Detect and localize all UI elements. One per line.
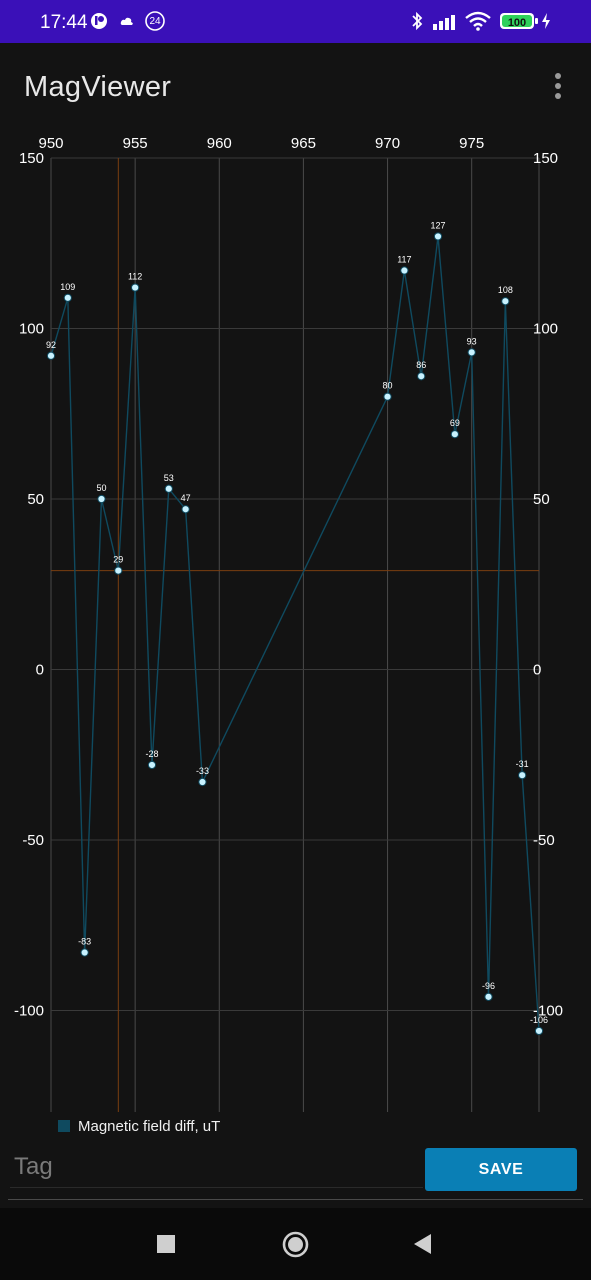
legend-swatch xyxy=(58,1120,70,1132)
data-point[interactable] xyxy=(417,372,426,381)
data-label: 86 xyxy=(416,360,426,370)
data-point[interactable] xyxy=(484,992,493,1001)
data-point[interactable] xyxy=(131,283,140,292)
charging-icon xyxy=(540,10,552,32)
y-tick-label-left: 0 xyxy=(36,662,44,679)
status-bar: 17:44 24 100 xyxy=(0,0,591,43)
data-point[interactable] xyxy=(450,430,459,439)
y-tick-label-right: 0 xyxy=(533,662,541,679)
x-tick-label: 970 xyxy=(375,135,400,152)
tag-input[interactable] xyxy=(10,1147,423,1188)
x-tick-label: 955 xyxy=(123,135,148,152)
app-notification-icon xyxy=(90,10,108,32)
data-label: 29 xyxy=(113,555,123,565)
bluetooth-icon xyxy=(410,10,424,32)
data-label: 69 xyxy=(450,418,460,428)
data-label: -106 xyxy=(530,1015,548,1025)
legend-label: Magnetic field diff, uT xyxy=(78,1117,221,1135)
data-point[interactable] xyxy=(114,566,123,575)
data-point[interactable] xyxy=(63,293,72,302)
data-point[interactable] xyxy=(433,232,443,241)
y-tick-label-right: -50 xyxy=(533,832,555,849)
y-tick-label-right: 150 xyxy=(533,150,558,167)
y-tick-label-right: 50 xyxy=(533,491,550,508)
x-tick-label: 960 xyxy=(207,135,232,152)
wifi-icon xyxy=(465,10,491,32)
data-point[interactable] xyxy=(467,348,476,357)
data-label: 109 xyxy=(60,282,75,292)
data-point[interactable] xyxy=(46,351,56,360)
data-point[interactable] xyxy=(198,777,207,787)
data-label: 112 xyxy=(128,272,142,282)
app-title: MagViewer xyxy=(24,71,172,103)
data-point[interactable] xyxy=(164,484,173,493)
data-label: 117 xyxy=(397,255,411,265)
status-time: 17:44 xyxy=(40,12,88,33)
home-circle-icon[interactable] xyxy=(282,1231,309,1263)
data-label: 47 xyxy=(181,493,191,503)
data-point[interactable] xyxy=(80,948,89,957)
recents-square-icon[interactable] xyxy=(157,1235,175,1258)
battery-level: 100 xyxy=(507,17,527,29)
data-label: -83 xyxy=(78,937,91,947)
data-label: -33 xyxy=(196,766,209,776)
y-tick-label-left: -50 xyxy=(22,832,44,849)
data-label: 108 xyxy=(498,285,513,295)
chart-legend: Magnetic field diff, uT xyxy=(58,1116,220,1136)
app-bar: MagViewer xyxy=(0,43,591,133)
back-triangle-icon[interactable] xyxy=(413,1233,432,1260)
line-chart[interactable]: 950 955 960 965 970 975150 150100 10050 500 0-50-… xyxy=(0,130,591,1115)
navigation-bar xyxy=(0,1208,591,1280)
y-tick-label-left: -100 xyxy=(14,1003,44,1020)
x-tick-label: 975 xyxy=(459,135,484,152)
data-label: 53 xyxy=(164,473,174,483)
y-tick-label-left: 150 xyxy=(19,150,44,167)
cloud-icon xyxy=(120,10,134,32)
y-tick-label-left: 100 xyxy=(19,321,44,338)
series-line xyxy=(50,236,540,1032)
data-point[interactable] xyxy=(181,505,190,514)
data-point[interactable] xyxy=(383,392,392,401)
save-button[interactable]: SAVE xyxy=(425,1148,577,1191)
badge-count: 24 xyxy=(149,16,161,27)
data-point[interactable] xyxy=(97,494,106,504)
data-label: -28 xyxy=(145,749,158,759)
y-tick-label-left: 50 xyxy=(27,491,44,508)
y-tick-label-right: 100 xyxy=(533,321,558,338)
data-point[interactable] xyxy=(534,1026,544,1036)
data-point[interactable] xyxy=(147,760,157,770)
data-label: -31 xyxy=(516,759,529,769)
data-label: 93 xyxy=(467,336,477,346)
data-label: 92 xyxy=(46,340,56,350)
data-label: 127 xyxy=(431,220,446,230)
data-label: 80 xyxy=(383,381,393,391)
data-label: -96 xyxy=(482,981,495,991)
data-point[interactable] xyxy=(501,297,510,306)
divider xyxy=(8,1199,583,1200)
signal-icon xyxy=(432,10,460,32)
data-label: 50 xyxy=(96,483,106,493)
x-tick-label: 965 xyxy=(291,135,316,152)
data-point[interactable] xyxy=(518,771,527,780)
data-point[interactable] xyxy=(400,266,409,275)
more-vert-icon[interactable] xyxy=(544,71,572,105)
